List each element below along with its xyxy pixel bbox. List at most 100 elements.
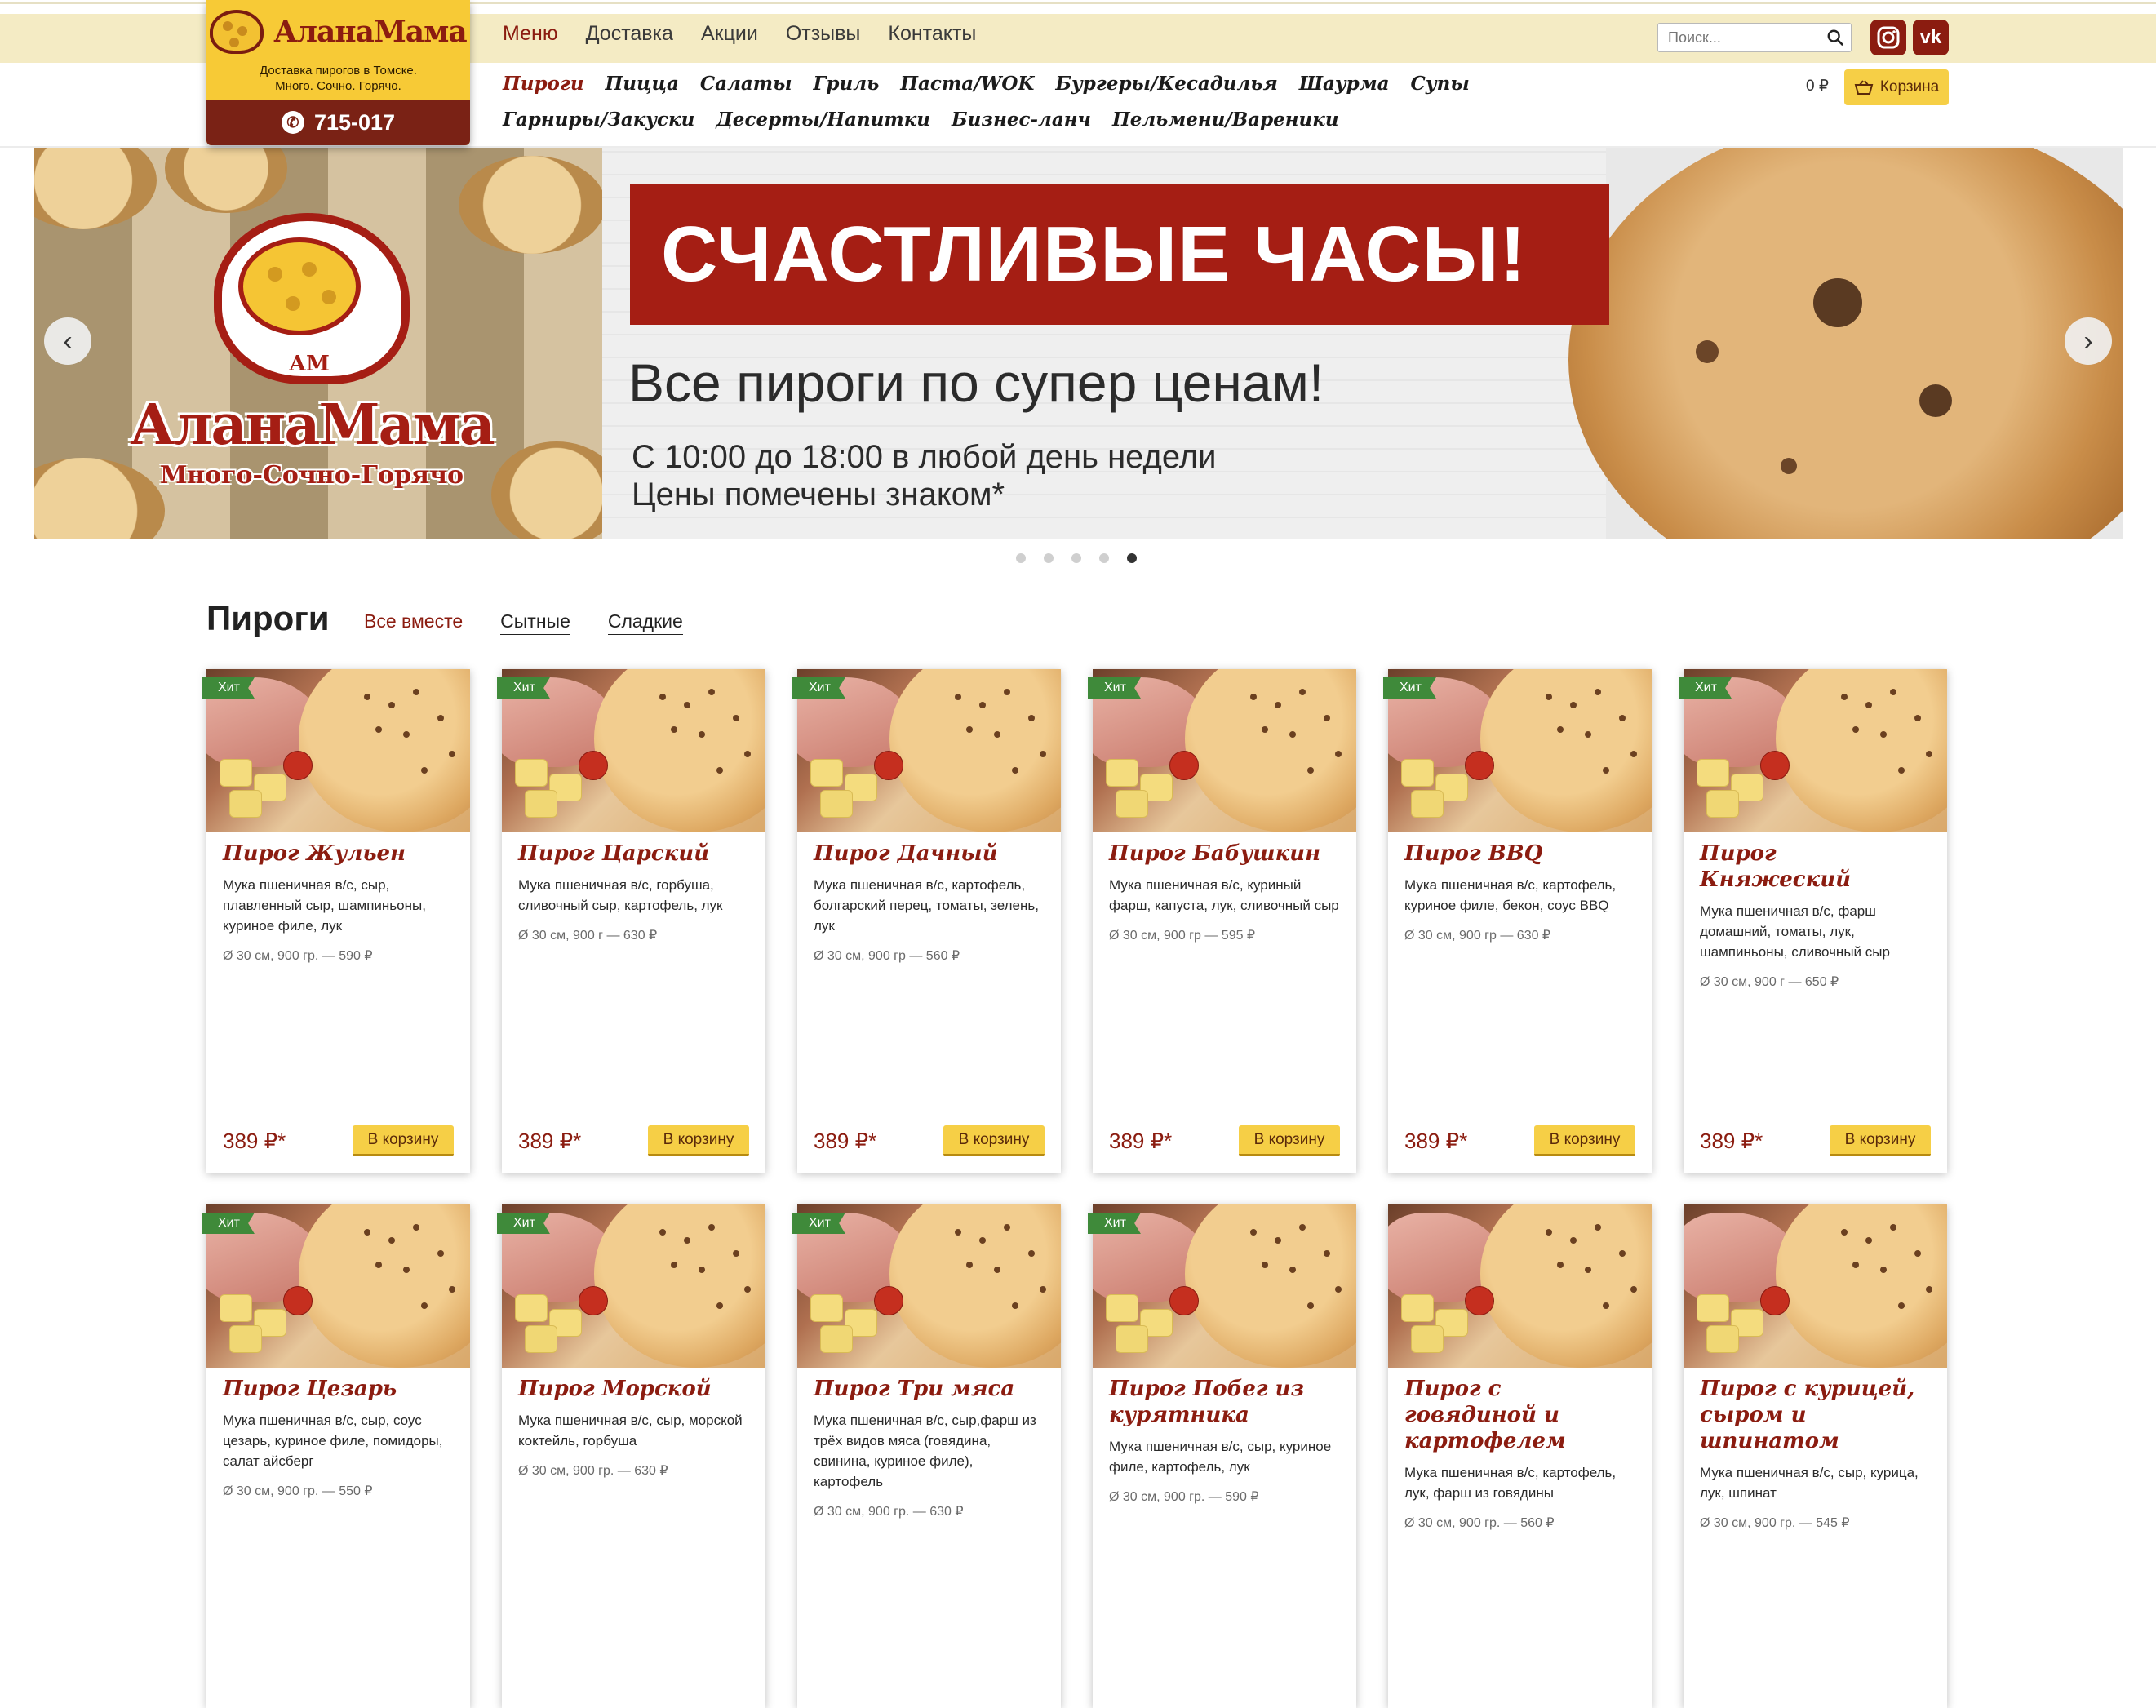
hit-badge: Хит	[1088, 677, 1141, 699]
product-card[interactable]: Хит Пирог Морской Мука пшеничная в/с, сы…	[497, 1204, 765, 1708]
banner-logo-mark: АМ	[289, 352, 330, 376]
product-description: Мука пшеничная в/с, фарш домашний, томат…	[1700, 903, 1890, 960]
product-size-price: Ø 30 см, 900 гр. — 560 ₽	[1404, 1516, 1555, 1530]
menu-item-contacts[interactable]: Контакты	[888, 22, 976, 46]
category-pizza[interactable]: Пицца	[606, 70, 679, 98]
product-body: Пирог Три мяса Мука пшеничная в/с, сыр,ф…	[797, 1368, 1061, 1519]
slide-dot-5[interactable]	[1127, 553, 1137, 563]
add-to-cart-button[interactable]: В корзину	[353, 1125, 454, 1156]
product-image-pie	[299, 1204, 470, 1368]
product-name[interactable]: Пирог BBQ	[1404, 841, 1635, 867]
product-description: Мука пшеничная в/с, картофель, куриное ф…	[1404, 877, 1617, 913]
category-business-lunch[interactable]: Бизнес-ланч	[952, 106, 1091, 134]
add-to-cart-button[interactable]: В корзину	[1239, 1125, 1340, 1156]
product-image-ingredients	[1697, 751, 1794, 824]
product-name[interactable]: Пирог Княжеский	[1700, 841, 1931, 893]
filter-all[interactable]: Все вместе	[364, 610, 463, 635]
category-grill[interactable]: Гриль	[814, 70, 880, 98]
slide-dot-2[interactable]	[1044, 553, 1054, 563]
cart-button[interactable]: Корзина	[1844, 69, 1949, 105]
hit-badge: Хит	[1383, 677, 1436, 699]
product-body: Пирог Морской Мука пшеничная в/с, сыр, м…	[502, 1368, 765, 1479]
category-pies[interactable]: Пироги	[503, 70, 584, 98]
category-sides[interactable]: Гарниры/Закуски	[503, 106, 694, 134]
logo-tagline: Доставка пирогов в Томске. Много. Сочно.…	[206, 63, 470, 94]
product-image-ingredients	[1401, 751, 1499, 824]
add-to-cart-button[interactable]: В корзину	[648, 1125, 749, 1156]
product-name[interactable]: Пирог Дачный	[814, 841, 1045, 867]
product-card[interactable]: Хит Пирог Княжеский Мука пшеничная в/с, …	[1679, 669, 1947, 1173]
product-card[interactable]: Пирог с говядиной и картофелем Мука пшен…	[1388, 1204, 1652, 1708]
menu-item-promos[interactable]: Акции	[701, 22, 758, 46]
product-body: Пирог Побег из курятника Мука пшеничная …	[1093, 1368, 1356, 1505]
category-salads[interactable]: Салаты	[700, 70, 792, 98]
banner-next-button[interactable]: ›	[2065, 317, 2112, 365]
banner-logo: АМ АланаМама Много-Сочно-Горячо	[100, 197, 524, 490]
product-card[interactable]: Хит Пирог Царский Мука пшеничная в/с, го…	[497, 669, 765, 1173]
instagram-link[interactable]	[1870, 20, 1906, 55]
product-image-pie	[1480, 1204, 1652, 1368]
banner-prev-button[interactable]: ‹	[44, 317, 91, 365]
product-description: Мука пшеничная в/с, куриный фарш, капуст…	[1109, 877, 1339, 913]
product-size-price: Ø 30 см, 900 гр — 630 ₽	[1404, 929, 1551, 943]
slide-dot-1[interactable]	[1016, 553, 1026, 563]
product-description: Мука пшеничная в/с, картофель, лук, фарш…	[1404, 1465, 1617, 1501]
slide-dot-4[interactable]	[1099, 553, 1109, 563]
menu-item-menu[interactable]: Меню	[503, 22, 558, 46]
menu-item-reviews[interactable]: Отзывы	[786, 22, 861, 46]
product-description: Мука пшеничная в/с, сыр, морской коктейл…	[518, 1413, 743, 1448]
site-logo[interactable]: АланаМама Доставка пирогов в Томске. Мно…	[206, 0, 470, 145]
add-to-cart-button[interactable]: В корзину	[1534, 1125, 1635, 1156]
search-box	[1657, 23, 1852, 52]
section-title: Пироги	[206, 599, 330, 637]
product-name[interactable]: Пирог Царский	[518, 841, 749, 867]
product-image-pie	[299, 669, 470, 832]
product-price: 389 ₽*	[1700, 1128, 1763, 1153]
category-pasta-wok[interactable]: Паста/WOK	[900, 70, 1034, 98]
menu-item-delivery[interactable]: Доставка	[586, 22, 673, 46]
search-input[interactable]	[1658, 24, 1813, 51]
product-name[interactable]: Пирог Побег из курятника	[1109, 1376, 1340, 1428]
product-image-pie	[1776, 669, 1947, 832]
product-card[interactable]: Хит Пирог Побег из курятника Мука пшенич…	[1088, 1204, 1356, 1708]
product-image-ingredients	[515, 751, 613, 824]
category-burgers[interactable]: Бургеры/Кесадилья	[1055, 70, 1277, 98]
search-icon[interactable]	[1826, 29, 1844, 47]
product-card[interactable]: Хит Пирог BBQ Мука пшеничная в/с, картоф…	[1383, 669, 1652, 1173]
category-shawarma[interactable]: Шаурма	[1299, 70, 1390, 98]
product-name[interactable]: Пирог с курицей, сыром и шпинатом	[1700, 1376, 1931, 1454]
product-card[interactable]: Хит Пирог Цезарь Мука пшеничная в/с, сыр…	[202, 1204, 470, 1708]
vk-link[interactable]: vk	[1913, 20, 1949, 55]
product-card[interactable]: Хит Пирог Три мяса Мука пшеничная в/с, с…	[792, 1204, 1061, 1708]
product-name[interactable]: Пирог Морской	[518, 1376, 749, 1402]
product-footer: 389 ₽* В корзину	[814, 1125, 1045, 1156]
product-name[interactable]: Пирог с говядиной и картофелем	[1404, 1376, 1635, 1454]
category-dumplings[interactable]: Пельмени/Вареники	[1112, 106, 1339, 134]
product-card[interactable]: Хит Пирог Бабушкин Мука пшеничная в/с, к…	[1088, 669, 1356, 1173]
promo-banner[interactable]: АМ АланаМама Много-Сочно-Горячо СЧАСТЛИВ…	[34, 148, 2123, 539]
product-description: Мука пшеничная в/с, горбуша, сливочный с…	[518, 877, 723, 913]
product-size-price: Ø 30 см, 900 гр. — 630 ₽	[814, 1505, 964, 1519]
product-name[interactable]: Пирог Цезарь	[223, 1376, 454, 1402]
filter-sweet[interactable]: Сладкие	[607, 610, 683, 635]
product-card[interactable]: Хит Пирог Дачный Мука пшеничная в/с, кар…	[792, 669, 1061, 1173]
product-image-ingredients	[810, 1286, 908, 1360]
logo-tagline-line1: Доставка пирогов в Томске.	[260, 64, 417, 78]
slide-dot-3[interactable]	[1071, 553, 1081, 563]
product-image[interactable]	[1388, 1204, 1652, 1368]
product-image[interactable]	[1684, 1204, 1947, 1368]
product-name[interactable]: Пирог Бабушкин	[1109, 841, 1340, 867]
category-soups[interactable]: Супы	[1411, 70, 1470, 98]
add-to-cart-button[interactable]: В корзину	[943, 1125, 1045, 1156]
filter-hearty[interactable]: Сытные	[500, 610, 570, 635]
product-card[interactable]: Пирог с курицей, сыром и шпинатом Мука п…	[1684, 1204, 1947, 1708]
hit-badge: Хит	[792, 677, 845, 699]
product-card[interactable]: Хит Пирог Жульен Мука пшеничная в/с, сыр…	[202, 669, 470, 1173]
add-to-cart-button[interactable]: В корзину	[1830, 1125, 1931, 1156]
product-size-price: Ø 30 см, 900 гр. — 545 ₽	[1700, 1516, 1850, 1530]
product-name[interactable]: Пирог Жульен	[223, 841, 454, 867]
product-size-price: Ø 30 см, 900 гр — 595 ₽	[1109, 929, 1256, 943]
phone-link[interactable]: ✆ 715-017	[206, 100, 470, 145]
category-desserts[interactable]: Десерты/Напитки	[716, 106, 930, 134]
product-name[interactable]: Пирог Три мяса	[814, 1376, 1045, 1402]
